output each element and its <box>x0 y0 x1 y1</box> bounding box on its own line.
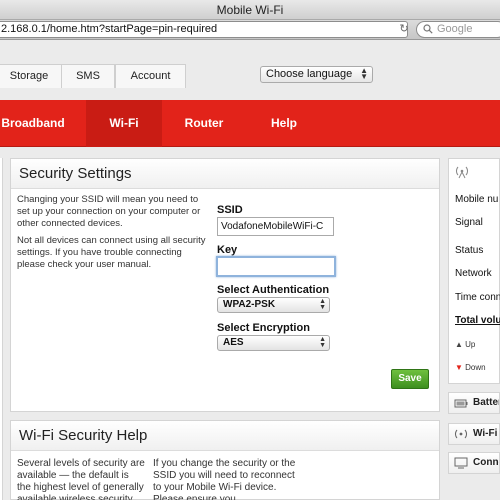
computer-icon <box>454 457 468 469</box>
status-signal: Signal <box>455 217 483 228</box>
wifi-help-col-1: Several levels of security are available… <box>17 458 145 500</box>
nav-help[interactable]: Help <box>254 100 314 147</box>
window-title-bar: Mobile Wi-Fi <box>0 0 500 20</box>
search-icon <box>423 24 433 34</box>
battery-label: Batter <box>473 397 500 408</box>
nav-broadband[interactable]: Broadband <box>0 100 66 147</box>
auth-selected: WPA2-PSK <box>223 299 276 310</box>
legend-up-label: Up <box>465 340 476 349</box>
status-panel: Mobile nu Signal Status Network Time con… <box>448 158 500 384</box>
browser-toolbar: 2.168.0.1/home.htm?startPage=pin-require… <box>0 20 500 40</box>
encryption-selected: AES <box>223 337 244 348</box>
reload-icon[interactable]: ↻ <box>398 23 410 35</box>
status-network: Network <box>455 268 492 279</box>
wifi-signal-icon <box>455 429 467 439</box>
key-label: Key <box>217 244 238 256</box>
auth-select[interactable]: WPA2-PSK ▲ ▼ <box>217 297 330 313</box>
tab-account[interactable]: Account <box>115 64 186 88</box>
battery-icon <box>454 399 468 408</box>
search-input[interactable]: Google <box>416 21 500 38</box>
wifi-security-help-title: Wi-Fi Security Help <box>11 421 439 451</box>
select-arrows-icon: ▲ ▼ <box>360 66 368 81</box>
encryption-label: Select Encryption <box>217 322 310 334</box>
status-mobile-number: Mobile nu <box>455 194 499 205</box>
status-time-connected: Time conn <box>455 292 500 303</box>
language-selected: Choose language <box>266 68 353 80</box>
select-arrows-icon: ▲ ▼ <box>319 298 326 311</box>
up-arrow-icon: ▲ <box>455 340 463 349</box>
select-arrows-icon: ▲ ▼ <box>319 336 326 349</box>
security-settings-title: Security Settings <box>11 159 439 189</box>
legend-up: ▲ Up <box>455 340 475 349</box>
nav-wifi[interactable]: Wi-Fi <box>86 100 162 147</box>
ssid-label: SSID <box>217 204 243 216</box>
tab-sms[interactable]: SMS <box>61 64 115 88</box>
connected-label: Conne <box>473 457 499 468</box>
window-title: Mobile Wi-Fi <box>216 3 284 17</box>
wifi-section-label: Wi-Fi S <box>473 428 499 439</box>
ssid-input[interactable]: VodafoneMobileWiFi-C <box>217 217 334 236</box>
security-help-text-1: Changing your SSID will mean you need to… <box>17 194 201 229</box>
nav-router[interactable]: Router <box>172 100 236 147</box>
tab-storage[interactable]: Storage <box>0 64 62 88</box>
auth-label: Select Authentication <box>217 284 330 296</box>
language-select[interactable]: Choose language ▲ ▼ <box>260 66 373 83</box>
legend-down: ▼ Down <box>455 363 486 372</box>
main-nav: Broadband Wi-Fi Router Help <box>0 100 500 147</box>
left-edge-panel <box>0 158 3 500</box>
wifi-help-col-2: If you change the security or the SSID y… <box>153 458 296 500</box>
key-input[interactable] <box>216 256 336 277</box>
save-button[interactable]: Save <box>391 369 429 389</box>
battery-section[interactable]: Batter <box>448 392 500 414</box>
address-bar[interactable]: 2.168.0.1/home.htm?startPage=pin-require… <box>0 21 408 38</box>
wifi-section[interactable]: Wi-Fi S <box>448 423 500 445</box>
search-placeholder: Google <box>437 23 473 35</box>
encryption-select[interactable]: AES ▲ ▼ <box>217 335 330 351</box>
top-tab-bar: Storage SMS Account Choose language ▲ ▼ <box>0 60 500 88</box>
down-arrow-icon: ▼ <box>455 363 463 372</box>
total-volume-link[interactable]: Total volu <box>455 315 500 326</box>
status-status: Status <box>455 245 484 256</box>
security-help-text-2: Not all devices can connect using all se… <box>17 235 206 270</box>
connected-section[interactable]: Conne <box>448 452 500 474</box>
legend-down-label: Down <box>465 363 486 372</box>
signal-tower-icon <box>456 166 468 179</box>
